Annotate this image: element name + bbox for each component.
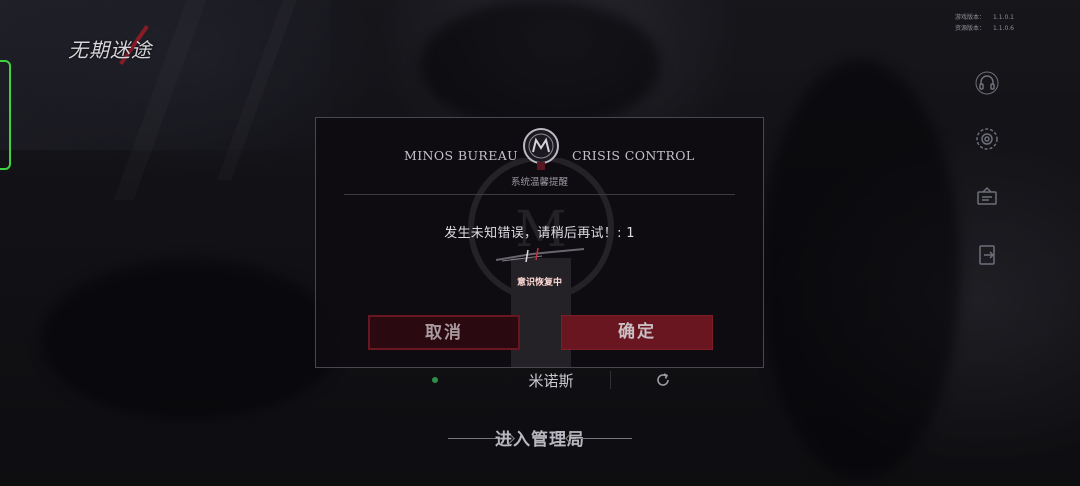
version-row-game: 游戏版本： 1.1.0.1: [947, 12, 1014, 23]
cancel-button[interactable]: 取消: [368, 315, 520, 350]
enter-bureau-button[interactable]: 进入管理局: [440, 424, 640, 454]
server-selector[interactable]: 米诺斯: [420, 366, 690, 394]
error-message: 发生未知错误，请稍后再试！: 1: [444, 226, 635, 241]
header-left-title: MINOS BUREAU: [404, 148, 519, 163]
refresh-icon[interactable]: [654, 371, 672, 389]
side-drawer-tab[interactable]: [0, 60, 11, 170]
confirm-button[interactable]: 确定: [561, 315, 713, 350]
server-status-dot: [432, 377, 438, 383]
dialog-subtitle: 系统温馨提醒: [510, 177, 568, 188]
server-name[interactable]: 米诺斯: [516, 370, 586, 391]
bureau-emblem-icon: [523, 128, 559, 170]
recovery-status: 意识恢复中: [516, 278, 562, 288]
version-label: 资源版本：: [954, 25, 985, 32]
error-dialog: M MINOS BUREAU CRISIS CONTROL 系统温馨提醒 发生未…: [315, 117, 764, 368]
divider: [344, 194, 735, 195]
gear-icon[interactable]: [974, 126, 1000, 152]
game-logo: 无期迷途: [62, 20, 172, 70]
logout-icon[interactable]: [974, 242, 1000, 268]
version-value: 1.1.0.6: [993, 25, 1014, 32]
loading-glitch-icon: [495, 247, 585, 263]
version-info: 游戏版本： 1.1.0.1 资源版本： 1.1.0.6: [947, 12, 1014, 34]
headset-icon[interactable]: [974, 70, 1000, 96]
divider: [610, 371, 611, 389]
divider: [576, 438, 632, 439]
notice-board-icon[interactable]: [974, 184, 1000, 210]
version-label: 游戏版本：: [954, 14, 985, 21]
version-value: 1.1.0.1: [993, 14, 1014, 21]
header-right-title: CRISIS CONTROL: [572, 148, 695, 163]
logo-text: 无期迷途: [68, 38, 152, 62]
dialog-header: MINOS BUREAU CRISIS CONTROL: [316, 126, 763, 176]
version-row-resource: 资源版本： 1.1.0.6: [947, 23, 1014, 34]
